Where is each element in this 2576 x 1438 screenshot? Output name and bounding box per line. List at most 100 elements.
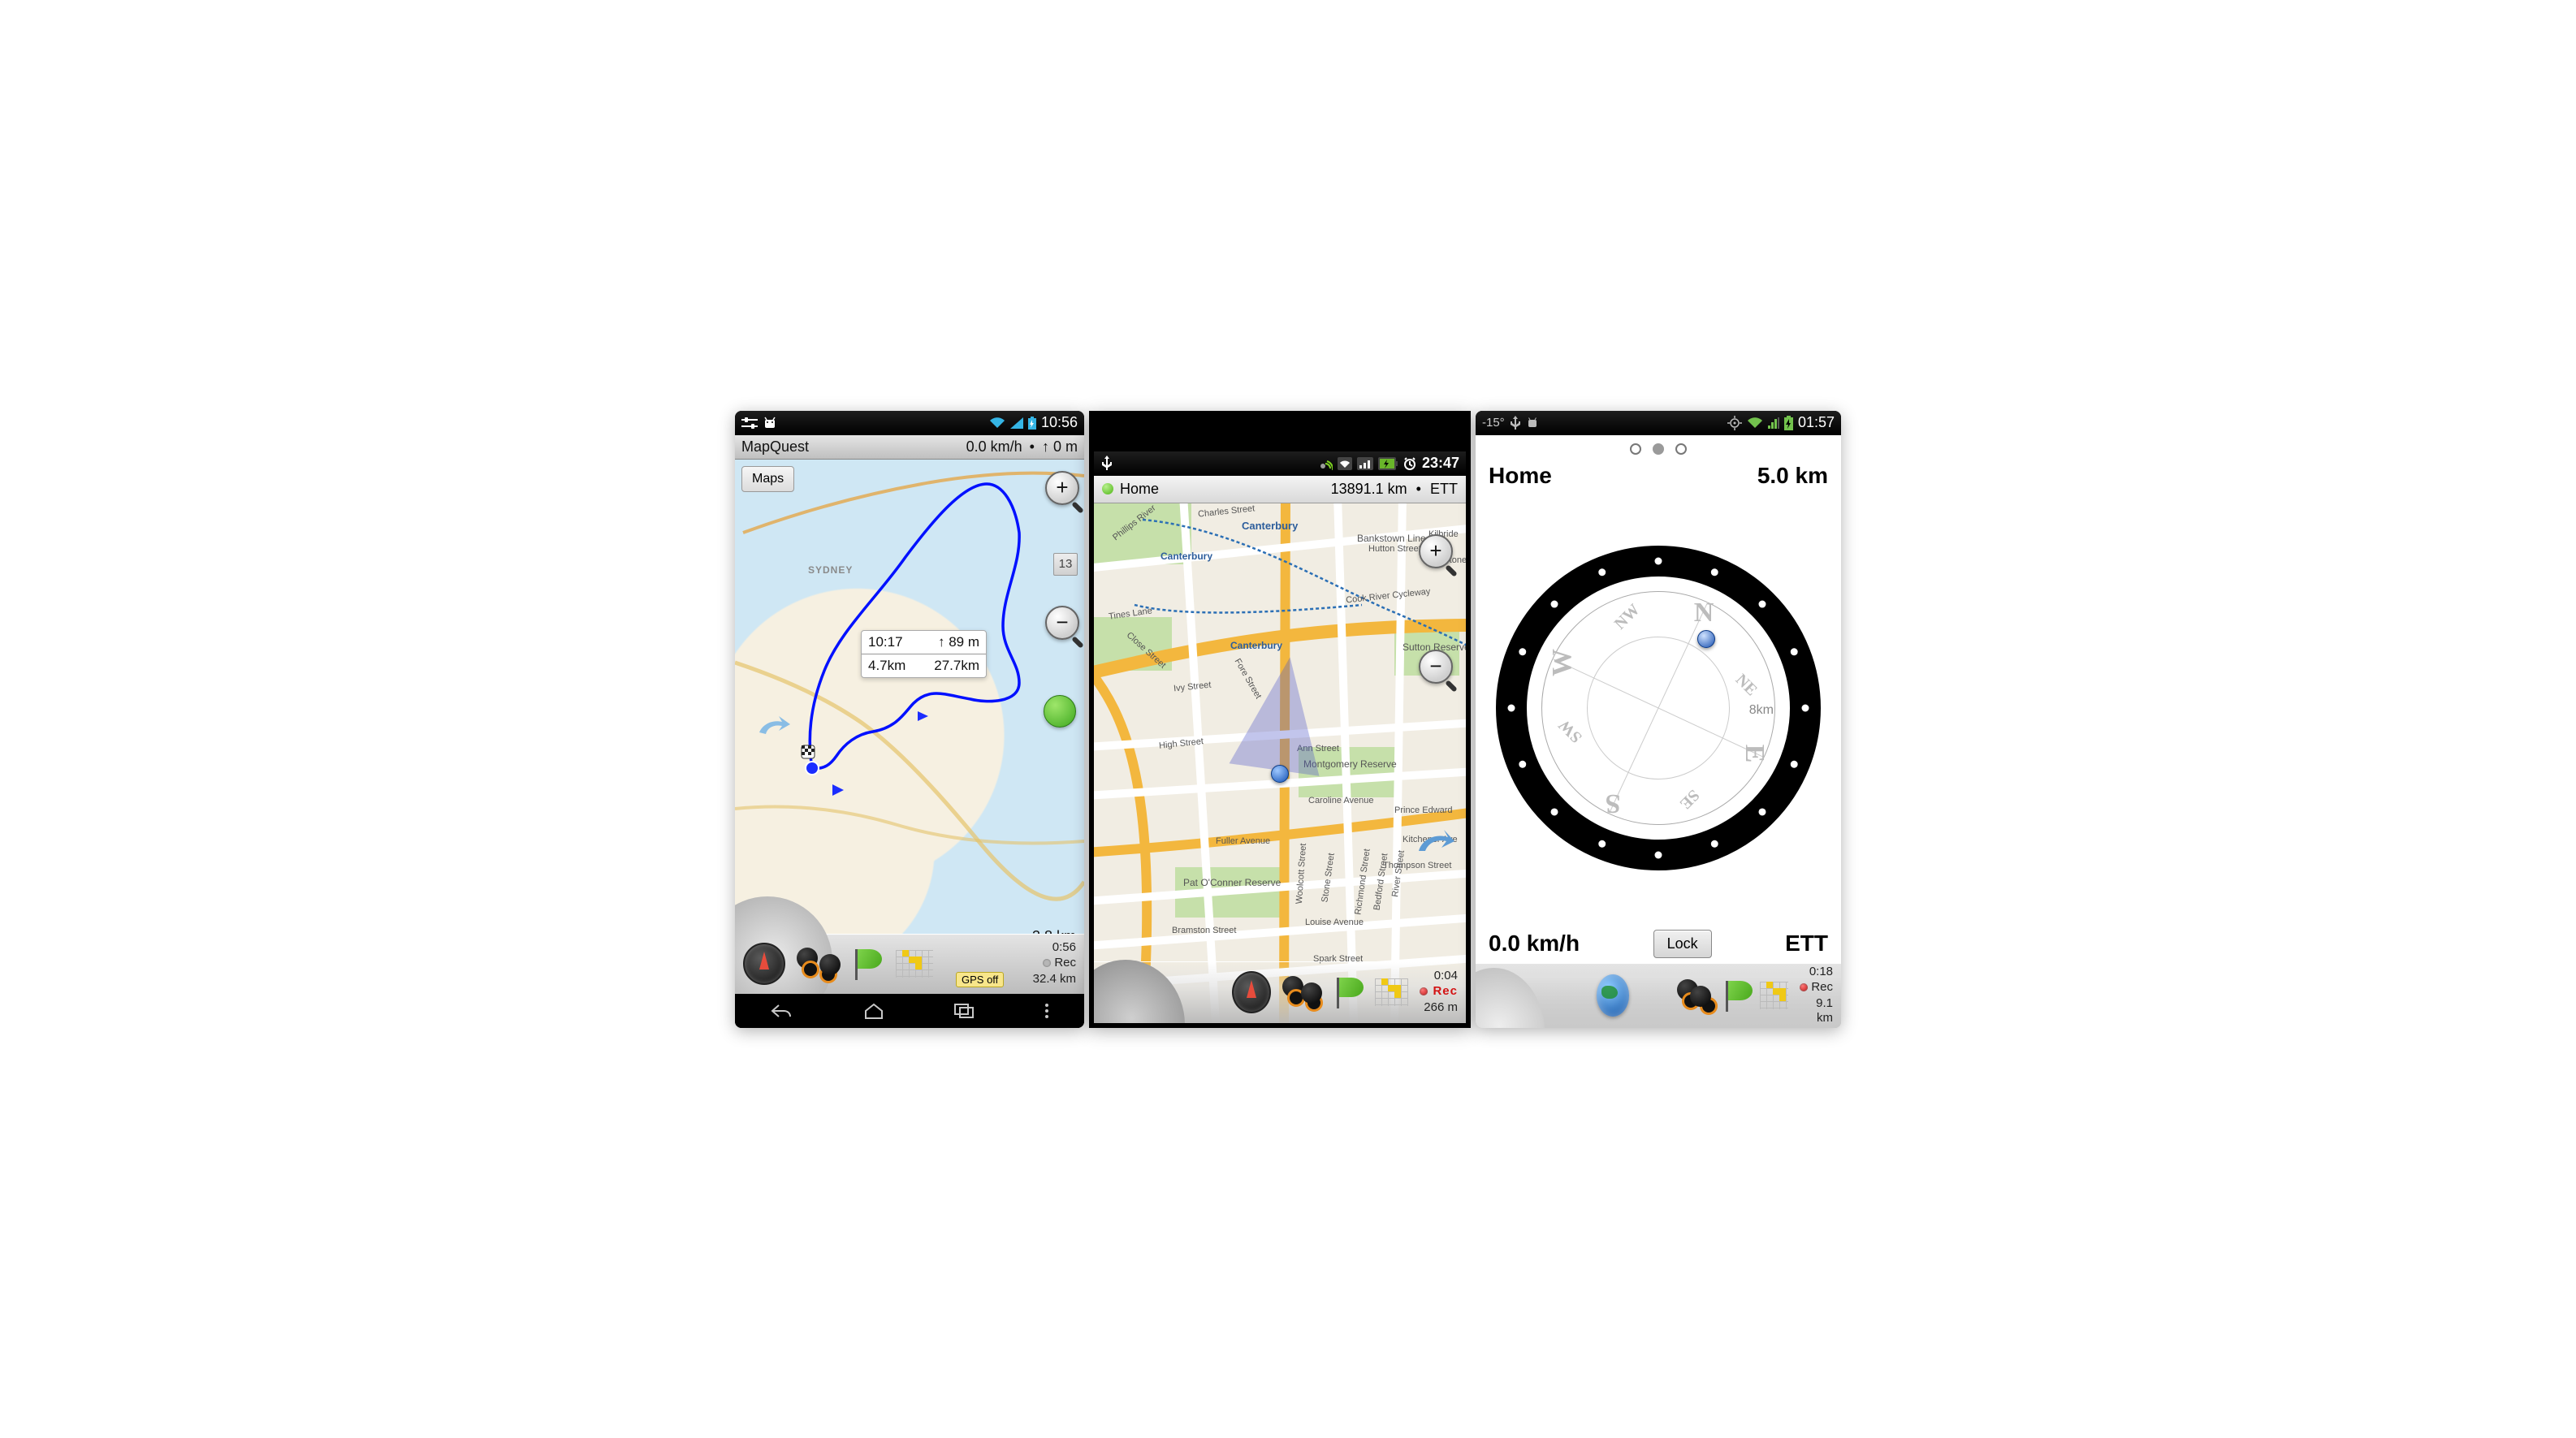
signal-icon (1768, 417, 1779, 429)
stat-distance: 32.4 km (1033, 972, 1076, 987)
compass-range: 8km (1749, 703, 1774, 718)
android-icon (763, 416, 777, 430)
map-globe-button[interactable] (1597, 974, 1630, 1017)
stat-rec[interactable]: Rec (1420, 984, 1458, 1000)
toolbar-stats: 0:04 Rec 266 m (1420, 969, 1461, 1016)
compass-w: W (1547, 649, 1578, 676)
gps-locate-icon (1727, 416, 1742, 430)
menu-button[interactable] (1044, 1003, 1050, 1019)
battery-box-icon (1378, 457, 1398, 470)
status-time: 10:56 (1041, 414, 1078, 431)
battery-charging-icon (1028, 417, 1036, 430)
waypoint-flag-button[interactable] (852, 946, 884, 982)
mode-label: ETT (1785, 931, 1828, 957)
gps-indicator-icon (1102, 483, 1113, 494)
recent-apps-button[interactable] (953, 1003, 975, 1019)
wifi-icon (989, 417, 1005, 429)
footer-line: 0.0 km/h Lock ETT (1476, 926, 1841, 963)
status-bar: 23:47 (1094, 451, 1466, 476)
usb-icon (1510, 416, 1521, 430)
status-temperature: -15° (1482, 416, 1505, 430)
callout-dist-a: 4.7km (868, 658, 905, 674)
zoom-out-button[interactable]: − (1045, 606, 1079, 640)
search-binoculars-button[interactable] (1282, 976, 1322, 1008)
track-profile-button[interactable] (1760, 982, 1789, 1009)
android-icon (1526, 417, 1539, 430)
compass-area[interactable]: N E S W NE SE SW NW 8km (1476, 490, 1841, 926)
status-bar: 10:56 (735, 411, 1084, 435)
toolbar-stats: 0:56 Rec 32.4 km (1033, 940, 1079, 987)
add-waypoint-button[interactable] (1044, 695, 1076, 728)
pager-dot[interactable] (1630, 443, 1641, 455)
toolbar-corner (1476, 968, 1545, 1028)
back-button[interactable] (769, 1002, 793, 1020)
search-binoculars-button[interactable] (797, 948, 841, 980)
label-sydney: SYDNEY (808, 564, 853, 576)
undo-curl-icon[interactable] (1414, 827, 1454, 861)
android-navbar (735, 994, 1084, 1028)
map-canvas[interactable]: .rd{fill:none;stroke:#fff;stroke-width:1… (1094, 503, 1466, 1023)
compass-button[interactable] (743, 943, 785, 985)
compass-n: N (1694, 598, 1714, 628)
toolbar: 0:04 Rec 266 m (1094, 961, 1466, 1023)
toolbar-corner (1094, 960, 1185, 1023)
compass-s: S (1606, 788, 1621, 818)
page-indicator[interactable] (1476, 435, 1841, 460)
stat-rec[interactable]: Rec (1800, 980, 1833, 995)
zoom-in-button[interactable]: + (1419, 534, 1453, 568)
current-location-marker[interactable] (1271, 765, 1289, 783)
track-callout[interactable]: 10:17 ↑ 89 m 4.7km 27.7km (861, 630, 987, 678)
screen-canterbury-map: 23:47 Home 13891.1 km • ETT .rd{fill:non… (1089, 411, 1471, 1028)
compass-button[interactable] (1232, 971, 1271, 1013)
stat-time: 0:18 (1800, 965, 1833, 980)
battery-charging-icon (1784, 416, 1793, 430)
zoom-in-button[interactable]: + (1045, 471, 1079, 505)
stat-distance: 9.1 km (1800, 996, 1833, 1027)
pager-dot[interactable] (1675, 443, 1687, 455)
map-provider: MapQuest (741, 438, 809, 456)
header-line: Home 5.0 km (1476, 460, 1841, 490)
toolbar: 0:18 Rec 9.1 km (1476, 963, 1841, 1028)
callout-time: 10:17 (868, 634, 903, 650)
info-right: 0.0 km/h • ↑ 0 m (966, 438, 1078, 456)
waypoint-flag-button[interactable] (1333, 974, 1363, 1010)
settings-icon (741, 417, 758, 430)
wifi-icon (1747, 417, 1763, 429)
info-right: 13891.1 km • ETT (1331, 481, 1458, 498)
screen-compass: -15° 01:57 Home 5.0 km (1476, 411, 1841, 1028)
toolbar: GPS off 0:56 Rec 32.4 km (735, 934, 1084, 994)
home-button[interactable] (862, 1002, 885, 1020)
label-canterbury: Canterbury (1242, 520, 1298, 532)
info-bar: MapQuest 0.0 km/h • ↑ 0 m (735, 435, 1084, 460)
track-profile-button[interactable] (896, 950, 933, 978)
search-binoculars-button[interactable] (1677, 979, 1711, 1012)
callout-dist-b: 27.7km (934, 658, 979, 674)
gps-satellite-icon (1318, 456, 1333, 471)
usb-icon (1100, 456, 1113, 472)
direction-cone (1230, 650, 1335, 775)
target-bead (1697, 630, 1715, 648)
status-bar: -15° 01:57 (1476, 411, 1841, 435)
waypoint-flag-button[interactable] (1722, 978, 1748, 1013)
zoom-out-button[interactable]: − (1419, 650, 1453, 684)
signal-icon (1010, 417, 1023, 429)
pager-dot-active[interactable] (1653, 443, 1664, 455)
stat-rec[interactable]: Rec (1043, 956, 1076, 971)
target-label: Home (1120, 481, 1159, 498)
compass-e: E (1739, 745, 1770, 763)
screenshot-triptych: 10:56 MapQuest 0.0 km/h • ↑ 0 m SYDNEY (735, 411, 1841, 1028)
status-time: 23:47 (1422, 455, 1459, 472)
target-distance: 5.0 km (1757, 463, 1828, 489)
gps-track: SYDNEY (735, 460, 1084, 914)
status-time: 01:57 (1798, 414, 1835, 431)
maps-button[interactable]: Maps (741, 466, 794, 492)
speed-label: 0.0 km/h (1489, 931, 1580, 957)
track-profile-button[interactable] (1375, 978, 1409, 1006)
map-canvas[interactable]: SYDNEY Maps + 13 − (735, 460, 1084, 961)
lock-button[interactable]: Lock (1653, 930, 1712, 958)
stat-time: 0:04 (1420, 969, 1458, 984)
compass-page: Home 5.0 km (1476, 435, 1841, 1028)
wifi-box-icon (1338, 457, 1352, 470)
gps-status-chip[interactable]: GPS off (956, 972, 1004, 987)
zoom-level-badge: 13 (1053, 553, 1078, 576)
